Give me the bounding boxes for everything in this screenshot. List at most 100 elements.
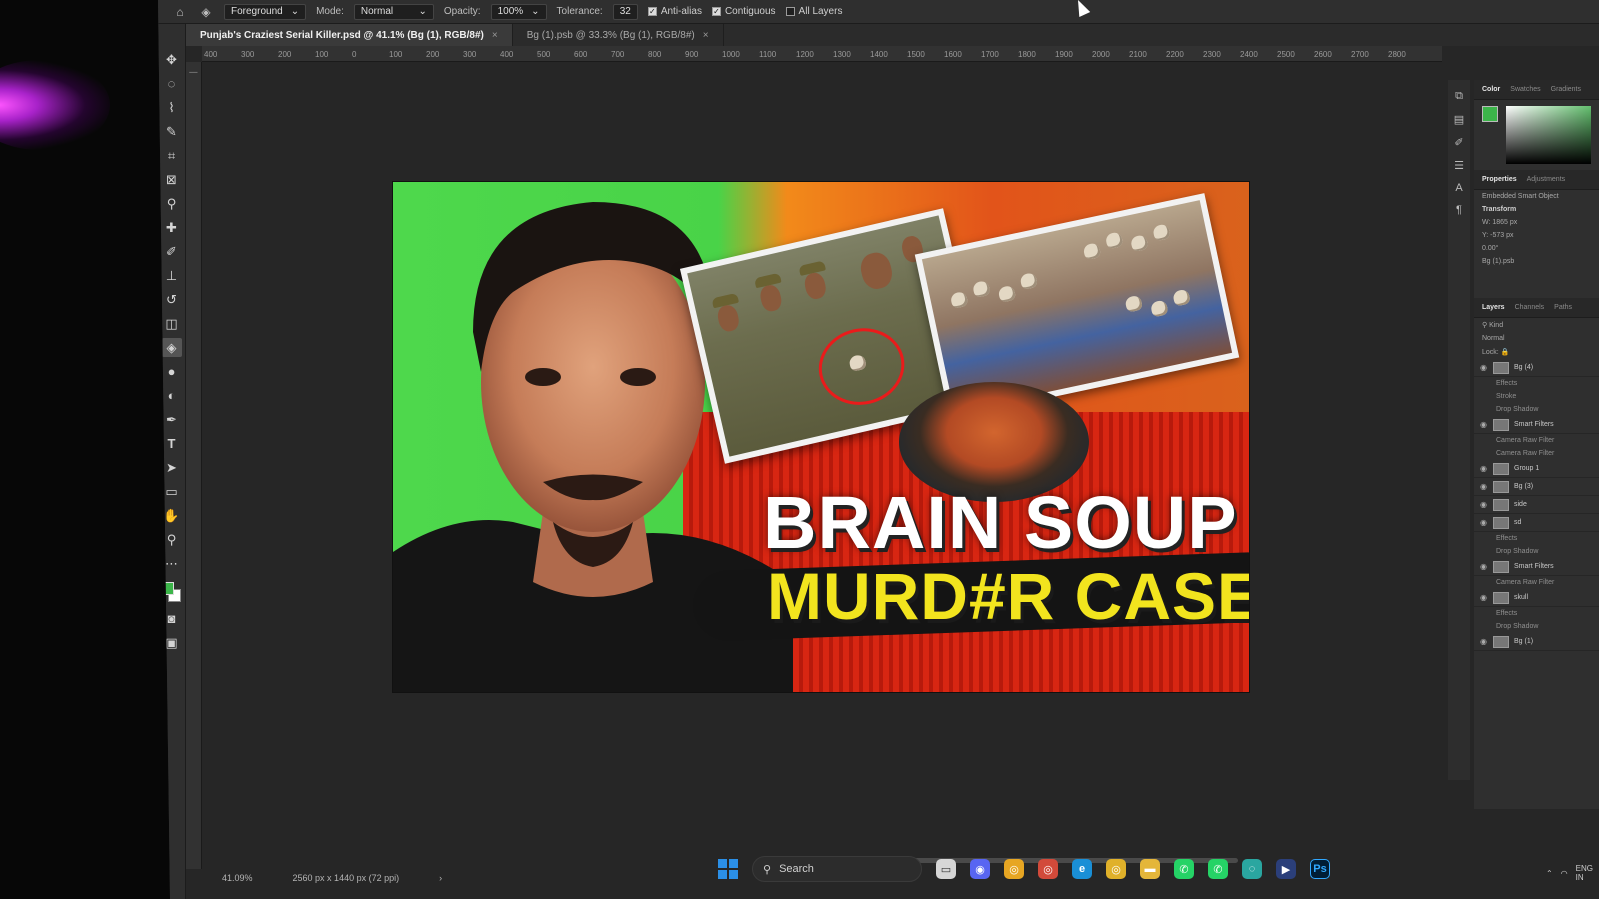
visibility-eye-icon[interactable]: ◉ bbox=[1480, 363, 1488, 372]
mode-select[interactable]: Normal ⌄ bbox=[353, 3, 434, 20]
lasso-tool-icon[interactable]: ⌇ bbox=[162, 98, 182, 117]
width-field[interactable]: W: 1865 px bbox=[1474, 216, 1599, 229]
frame-tool-icon[interactable]: ⊠ bbox=[162, 170, 182, 189]
healing-brush-tool-icon[interactable]: ✚ bbox=[162, 218, 182, 237]
quick-mask-icon[interactable]: ◙ bbox=[162, 609, 182, 628]
visibility-eye-icon[interactable]: ◉ bbox=[1480, 637, 1488, 646]
type-tool-icon[interactable]: T bbox=[162, 434, 182, 453]
brush-tool-icon[interactable]: ✐ bbox=[162, 242, 182, 261]
paint-bucket-tool-icon[interactable]: ◈ bbox=[161, 338, 182, 357]
whatsapp-business-icon[interactable]: ✆ bbox=[1208, 859, 1228, 879]
tab-adjustments[interactable]: Adjustments bbox=[1527, 176, 1566, 183]
blur-tool-icon[interactable]: ● bbox=[162, 362, 182, 381]
hand-tool-icon[interactable]: ✋ bbox=[162, 506, 182, 525]
tab-channels[interactable]: Channels bbox=[1515, 304, 1545, 311]
rectangle-tool-icon[interactable]: ▭ bbox=[162, 482, 182, 501]
media-player-icon[interactable]: ▶ bbox=[1276, 859, 1296, 879]
layer-effect[interactable]: Camera Raw Filter bbox=[1474, 434, 1599, 447]
thumbnail-artboard[interactable]: BRAIN SOUP MURD#R CASE bbox=[393, 182, 1249, 692]
path-selection-tool-icon[interactable]: ➤ bbox=[162, 458, 182, 477]
fill-source-select[interactable]: Foreground ⌄ bbox=[224, 3, 307, 20]
contiguous-checkbox[interactable]: ✓ Contiguous bbox=[711, 6, 776, 17]
brush-settings-icon[interactable]: ✐ bbox=[1454, 136, 1463, 149]
dodge-tool-icon[interactable]: ◐ bbox=[162, 386, 182, 405]
stamp-tool-icon[interactable]: ⊥ bbox=[162, 266, 182, 285]
close-icon[interactable]: × bbox=[703, 30, 709, 41]
wifi-icon[interactable]: ◠ bbox=[1561, 869, 1568, 878]
angle-field[interactable]: 0.00° bbox=[1474, 242, 1599, 255]
chrome-alt-icon[interactable]: ◎ bbox=[1038, 859, 1058, 879]
visibility-eye-icon[interactable]: ◉ bbox=[1480, 500, 1488, 509]
tab-color[interactable]: Color bbox=[1482, 86, 1500, 93]
adjust-icon[interactable]: ☰ bbox=[1454, 159, 1464, 172]
tab-swatches[interactable]: Swatches bbox=[1510, 86, 1540, 93]
tolerance-input[interactable]: 32 bbox=[612, 3, 638, 20]
layer-row[interactable]: ◉ Group 1 bbox=[1474, 460, 1599, 478]
character-icon[interactable]: A bbox=[1455, 182, 1462, 194]
tab-punjab-serial-killer[interactable]: Punjab's Craziest Serial Killer.psd @ 41… bbox=[186, 24, 513, 46]
visibility-eye-icon[interactable]: ◉ bbox=[1480, 593, 1488, 602]
screen-mode-icon[interactable]: ▣ bbox=[162, 633, 182, 652]
opacity-input[interactable]: 100% ⌄ bbox=[490, 3, 547, 20]
chrome-profile-icon[interactable]: ◎ bbox=[1106, 859, 1126, 879]
layer-effect[interactable]: Effects bbox=[1474, 607, 1599, 620]
layer-effect[interactable]: Drop Shadow bbox=[1474, 620, 1599, 633]
zoom-tool-icon[interactable]: ⚲ bbox=[162, 530, 182, 549]
close-icon[interactable]: × bbox=[492, 30, 498, 41]
layer-filter-kind[interactable]: ⚲ Kind bbox=[1474, 318, 1599, 332]
lock-icon[interactable]: 🔒 bbox=[1501, 349, 1510, 356]
file-explorer-icon[interactable]: ▭ bbox=[936, 859, 956, 879]
quick-selection-tool-icon[interactable]: ✎ bbox=[162, 122, 182, 141]
layer-effect[interactable]: Camera Raw Filter bbox=[1474, 447, 1599, 460]
visibility-eye-icon[interactable]: ◉ bbox=[1480, 518, 1488, 527]
layer-effect[interactable]: Drop Shadow bbox=[1474, 403, 1599, 416]
layer-row[interactable]: ◉ skull bbox=[1474, 589, 1599, 607]
edge-icon[interactable]: e bbox=[1072, 859, 1092, 879]
copilot-icon[interactable]: ◌ bbox=[1242, 859, 1262, 879]
tab-properties[interactable]: Properties bbox=[1482, 176, 1517, 183]
layer-row[interactable]: ◉ Bg (3) bbox=[1474, 478, 1599, 496]
more-tools-icon[interactable]: ⋯ bbox=[162, 554, 182, 573]
visibility-eye-icon[interactable]: ◉ bbox=[1480, 420, 1488, 429]
color-field[interactable] bbox=[1506, 106, 1591, 164]
visibility-eye-icon[interactable]: ◉ bbox=[1480, 464, 1488, 473]
tab-bg-1-psb[interactable]: Bg (1).psb @ 33.3% (Bg (1), RGB/8#) × bbox=[513, 24, 724, 46]
history-brush-tool-icon[interactable]: ↺ bbox=[162, 290, 182, 309]
layer-effect[interactable]: Drop Shadow bbox=[1474, 545, 1599, 558]
layer-row[interactable]: ◉ Smart Filters bbox=[1474, 558, 1599, 576]
history-icon[interactable]: ⧉ bbox=[1455, 90, 1463, 103]
whatsapp-icon[interactable]: ✆ bbox=[1174, 859, 1194, 879]
photoshop-icon[interactable]: Ps bbox=[1310, 859, 1330, 879]
comments-icon[interactable]: ▤ bbox=[1454, 113, 1464, 126]
zoom-level[interactable]: 41.09% bbox=[222, 873, 253, 883]
layer-row[interactable]: ◉ sd bbox=[1474, 514, 1599, 532]
pen-tool-icon[interactable]: ✒ bbox=[162, 410, 182, 429]
paragraph-icon[interactable]: ¶ bbox=[1456, 204, 1462, 216]
color-panel-foreground-swatch[interactable] bbox=[1482, 106, 1498, 122]
layer-row[interactable]: ◉ Bg (1) bbox=[1474, 633, 1599, 651]
chrome-icon[interactable]: ◎ bbox=[1004, 859, 1024, 879]
tab-layers[interactable]: Layers bbox=[1482, 304, 1505, 311]
layer-row[interactable]: ◉ side bbox=[1474, 496, 1599, 514]
chevron-up-icon[interactable]: ⌃ bbox=[1546, 869, 1553, 878]
chevron-right-icon[interactable]: › bbox=[439, 873, 442, 883]
discord-icon[interactable]: ◉ bbox=[970, 859, 990, 879]
color-swatches[interactable] bbox=[160, 582, 183, 604]
layer-blend-mode[interactable]: Normal bbox=[1474, 332, 1599, 345]
visibility-eye-icon[interactable]: ◉ bbox=[1480, 482, 1488, 491]
tab-gradients[interactable]: Gradients bbox=[1551, 86, 1581, 93]
anti-alias-checkbox[interactable]: ✓ Anti-alias bbox=[647, 6, 702, 17]
home-icon[interactable]: ⌂ bbox=[172, 5, 188, 19]
crop-tool-icon[interactable]: ⌗ bbox=[162, 146, 182, 165]
eyedropper-tool-icon[interactable]: ⚲ bbox=[162, 194, 182, 213]
marquee-tool-icon[interactable]: ◌ bbox=[162, 74, 182, 93]
language-indicator[interactable]: ENG IN bbox=[1576, 864, 1593, 882]
y-field[interactable]: Y: -573 px bbox=[1474, 229, 1599, 242]
eraser-tool-icon[interactable]: ◫ bbox=[162, 314, 182, 333]
layer-effect[interactable]: Effects bbox=[1474, 377, 1599, 390]
canvas-workspace[interactable]: BRAIN SOUP MURD#R CASE bbox=[202, 62, 1442, 869]
foreground-color-swatch[interactable] bbox=[160, 582, 174, 595]
folder-icon[interactable]: ▬ bbox=[1140, 859, 1160, 879]
taskbar-search[interactable]: ⚲ Search bbox=[752, 856, 922, 882]
visibility-eye-icon[interactable]: ◉ bbox=[1480, 562, 1488, 571]
